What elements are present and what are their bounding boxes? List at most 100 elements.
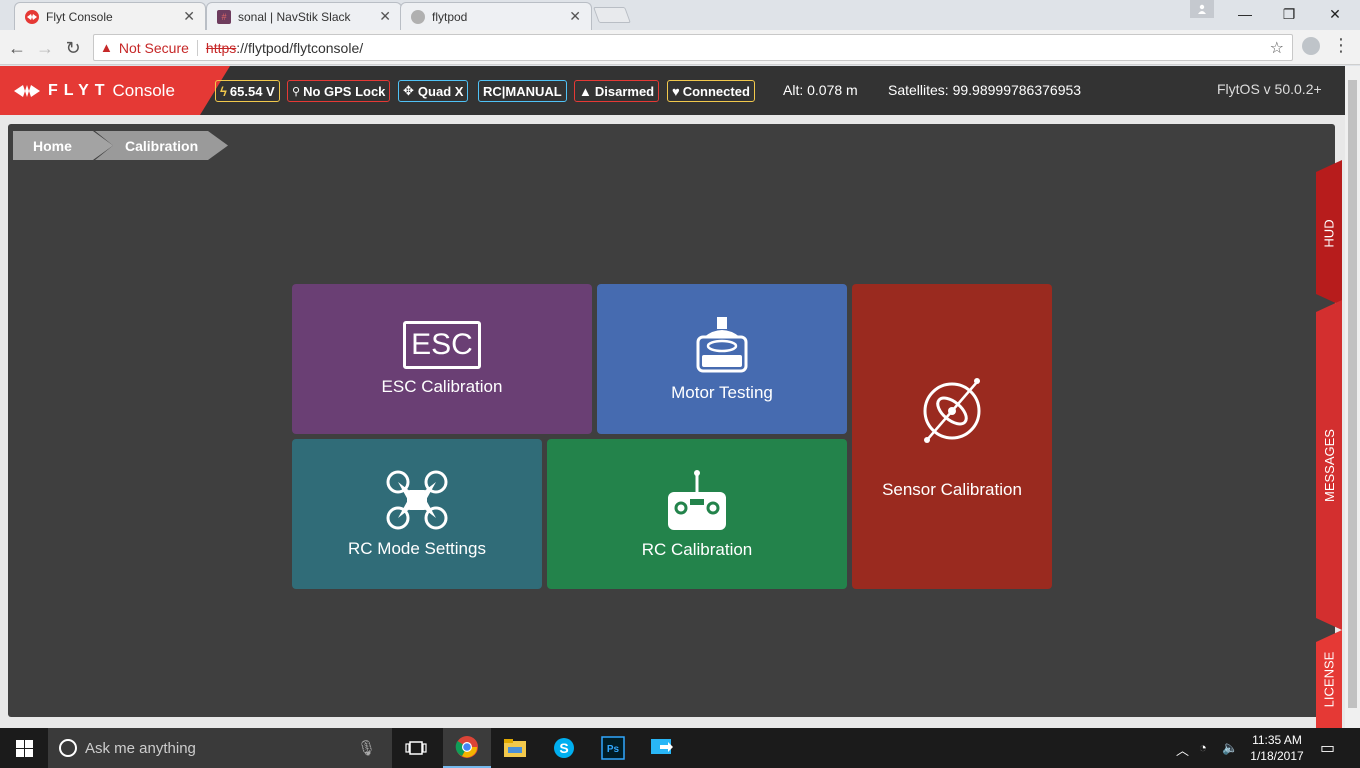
arm-value: Disarmed <box>594 83 655 99</box>
close-window-icon[interactable]: ✕ <box>1312 0 1358 28</box>
globe-favicon-icon <box>411 9 425 24</box>
warning-icon: ▲ <box>100 40 113 55</box>
browser-tab-strip: Flyt Console ✕ # sonal | NavStik Slack ✕… <box>0 0 1360 30</box>
scrollbar-thumb[interactable] <box>1348 80 1357 708</box>
arm-status: ▲ Disarmed <box>574 80 660 102</box>
search-placeholder: Ask me anything <box>85 739 196 757</box>
messages-side-tab[interactable]: MESSAGES <box>1316 300 1342 630</box>
page-scrollbar[interactable] <box>1345 66 1360 728</box>
tile-label: ESC Calibration <box>381 377 503 396</box>
remote-control-icon <box>668 470 726 530</box>
minimize-icon[interactable]: — <box>1222 0 1268 28</box>
forward-arrow-icon[interactable]: → <box>34 37 56 59</box>
task-view-icon[interactable] <box>392 728 440 768</box>
restore-icon[interactable]: ❐ <box>1266 0 1312 28</box>
flyt-favicon-icon <box>25 9 39 24</box>
brand-flyt-text: FLYT <box>48 81 111 99</box>
hud-side-tab[interactable]: HUD <box>1316 160 1342 306</box>
lightning-icon: ϟ <box>220 83 227 99</box>
reload-icon[interactable]: ↻ <box>62 37 84 59</box>
gps-value: No GPS Lock <box>303 83 386 99</box>
taskbar-search[interactable]: Ask me anything 🎙 <box>48 728 392 768</box>
tab-flyt-console[interactable]: Flyt Console ✕ <box>14 2 206 30</box>
windows-taskbar: Ask me anything 🎙 S Ps ︿ ◔ 🔈 11:35 AM 1/… <box>0 728 1360 768</box>
address-bar[interactable]: ▲ Not Secure https ://flytpod/flytconsol… <box>93 34 1293 61</box>
microphone-icon[interactable]: 🎙 <box>357 739 376 757</box>
windows-start-icon[interactable] <box>0 728 48 768</box>
tile-label: Sensor Calibration <box>882 479 1022 499</box>
close-tab-icon[interactable]: ✕ <box>569 8 581 25</box>
breadcrumb-calibration[interactable]: Calibration <box>95 131 228 160</box>
altitude-readout: Alt: 0.078 m <box>783 82 858 98</box>
license-side-tab[interactable]: LICENSE <box>1316 630 1342 728</box>
url-text: ://flytpod/flytconsole/ <box>236 39 364 56</box>
taskbar-clock[interactable]: 11:35 AM 1/18/2017 <box>1246 732 1308 764</box>
rc-calibration-tile[interactable]: RC Calibration <box>547 439 847 589</box>
back-arrow-icon[interactable]: ← <box>6 37 28 59</box>
license-label: LICENSE <box>1321 651 1337 707</box>
motor-icon <box>696 317 748 373</box>
browser-toolbar: ← → ↻ ▲ Not Secure https ://flytpod/flyt… <box>0 30 1360 65</box>
url-scheme: https <box>205 39 237 56</box>
tab-flytpod[interactable]: flytpod ✕ <box>400 2 592 30</box>
connection-value: Connected <box>682 83 750 99</box>
svg-text:Ps: Ps <box>607 744 620 755</box>
cortana-circle-icon <box>59 739 77 757</box>
tab-title: flytpod <box>432 9 468 24</box>
flyt-logo: FLYT Console <box>14 81 175 101</box>
map-marker-icon: ⚲ <box>292 85 301 98</box>
browser-menu-icon[interactable]: ⋮ <box>1332 35 1350 56</box>
tab-title: sonal | NavStik Slack <box>238 9 351 24</box>
app-header: FLYT Console ϟ 65.54 V ⚲ No GPS Lock ✥ Q… <box>0 66 1345 115</box>
chrome-taskbar-icon[interactable] <box>443 728 491 768</box>
flyt-logo-icon <box>14 84 40 97</box>
gps-status: ⚲ No GPS Lock <box>287 80 391 102</box>
tray-chevron-icon[interactable]: ︿ <box>1176 740 1189 759</box>
close-tab-icon[interactable]: ✕ <box>183 8 195 25</box>
photoshop-icon[interactable]: Ps <box>589 728 637 768</box>
svg-text:S: S <box>559 740 568 756</box>
quadcopter-icon <box>386 470 448 530</box>
battery-status: ϟ 65.54 V <box>215 80 280 102</box>
hud-label: HUD <box>1321 218 1337 248</box>
frame-status: ✥ Quad X <box>398 80 469 102</box>
sensor-calibration-tile[interactable]: Sensor Calibration <box>852 284 1052 589</box>
volume-icon[interactable]: 🔈 <box>1222 740 1238 756</box>
satellites-readout: Satellites: 99.98999786376953 <box>888 82 1082 98</box>
esc-calibration-tile[interactable]: ESC ESC Calibration <box>292 284 592 434</box>
notification-center-icon[interactable]: ▭ <box>1320 738 1335 758</box>
brand-block[interactable]: FLYT Console <box>0 66 200 115</box>
heart-icon: ♥ <box>672 83 680 99</box>
file-explorer-icon[interactable] <box>491 728 539 768</box>
tab-navstik-slack[interactable]: # sonal | NavStik Slack ✕ <box>206 2 402 30</box>
skype-icon[interactable]: S <box>540 728 588 768</box>
clock-date: 1/18/2017 <box>1250 749 1304 763</box>
extension-icon[interactable] <box>1302 37 1320 55</box>
messages-label: MESSAGES <box>1321 428 1337 502</box>
motor-testing-tile[interactable]: Motor Testing <box>597 284 847 434</box>
wifi-icon[interactable]: ◔ <box>1199 740 1207 755</box>
tile-label: RC Mode Settings <box>348 539 486 558</box>
tab-title: Flyt Console <box>46 9 113 24</box>
mode-status: RC|MANUAL <box>478 80 567 102</box>
version-label: FlytOS v 50.0.2+ <box>1217 81 1322 97</box>
divider <box>196 39 198 56</box>
clock-time: 11:35 AM <box>1252 733 1302 747</box>
frame-value: Quad X <box>417 83 464 99</box>
close-tab-icon[interactable]: ✕ <box>379 8 391 25</box>
new-tab-button[interactable] <box>593 7 631 23</box>
profile-icon[interactable] <box>1190 0 1214 18</box>
bookmark-star-icon[interactable]: ☆ <box>1270 38 1284 58</box>
breadcrumb-home[interactable]: Home <box>13 131 113 160</box>
security-label[interactable]: Not Secure <box>119 40 189 56</box>
connection-status: ♥ Connected <box>667 80 755 102</box>
move-arrows-icon: ✥ <box>403 83 414 98</box>
esc-icon: ESC <box>403 321 481 369</box>
tile-label: Motor Testing <box>671 383 773 402</box>
slack-favicon-icon: # <box>217 9 231 24</box>
remote-app-icon[interactable] <box>638 728 686 768</box>
warning-icon: ▲ <box>579 83 592 99</box>
battery-value: 65.54 V <box>229 83 275 99</box>
mode-value: RC|MANUAL <box>483 83 562 99</box>
rc-mode-settings-tile[interactable]: RC Mode Settings <box>292 439 542 589</box>
